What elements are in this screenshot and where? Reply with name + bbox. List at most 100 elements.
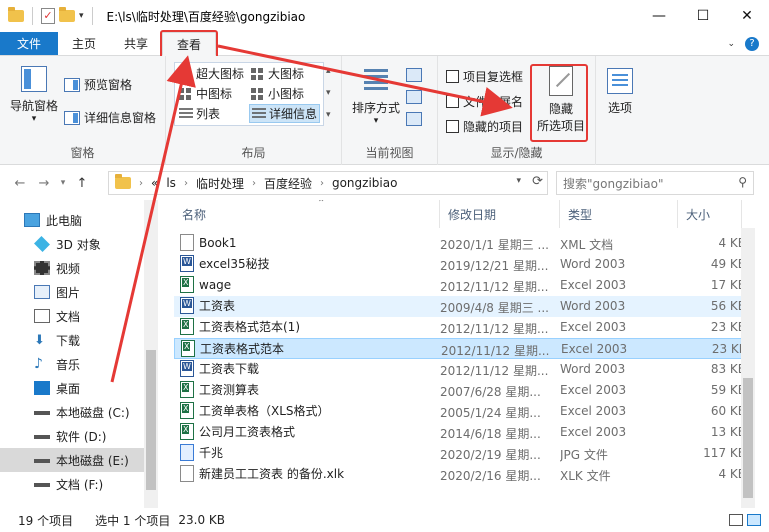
table-row[interactable]: wage 2012/11/12 星期... Excel 2003 17 KB	[174, 275, 749, 296]
recent-locations-icon[interactable]: ▾	[56, 178, 70, 188]
chevron-down-icon: ▾	[373, 116, 379, 126]
tab-file[interactable]: 文件	[0, 32, 59, 55]
layout-scroll-up-icon[interactable]: ▴	[326, 66, 331, 76]
nav-item-pictures[interactable]: 图片	[0, 280, 144, 304]
drive-icon	[34, 429, 50, 443]
preview-pane-icon	[64, 77, 80, 92]
file-icon	[180, 234, 194, 251]
customize-toolbar-dropdown-icon[interactable]: ▾	[79, 11, 84, 21]
checkbox-icon	[446, 95, 459, 108]
excel-file-icon	[180, 276, 194, 293]
tab-share[interactable]: 共享	[110, 32, 162, 55]
tab-home[interactable]: 主页	[58, 32, 110, 55]
column-header-date[interactable]: 修改日期	[440, 200, 560, 228]
layout-scroll-down-icon[interactable]: ▾	[326, 88, 331, 98]
large-icons-view-icon[interactable]	[747, 514, 761, 526]
nav-item-drive-f[interactable]: 文档 (F:)	[0, 472, 144, 496]
table-row[interactable]: 工资单表格（XLS格式） 2005/1/24 星期... Excel 2003 …	[174, 401, 749, 422]
layout-medium-icons[interactable]: 中图标	[179, 85, 232, 102]
properties-icon[interactable]: ✓	[41, 8, 55, 24]
group-label-show-hide: 显示/隐藏	[490, 146, 543, 160]
column-header-size[interactable]: 大小	[678, 200, 742, 228]
details-icon	[252, 107, 266, 120]
file-list: ⌃ 名称 修改日期 类型 大小 Book1 2020/1/1 星期三 ... X…	[158, 200, 755, 508]
file-list-scrollbar-thumb[interactable]	[743, 378, 753, 498]
table-row[interactable]: 公司月工资表格式 2014/6/18 星期... Excel 2003 13 K…	[174, 422, 749, 443]
sort-ascending-icon: ⌃	[317, 200, 326, 209]
small-icons-icon	[251, 87, 265, 100]
refresh-icon[interactable]: ⟳	[532, 174, 543, 189]
file-extensions-toggle[interactable]: 文件扩展名	[446, 93, 523, 110]
close-button[interactable]: ✕	[725, 0, 769, 32]
nav-item-drive-d[interactable]: 软件 (D:)	[0, 424, 144, 448]
table-row[interactable]: 工资表 2009/4/8 星期三 ... Word 2003 56 KB	[174, 296, 749, 317]
nav-scrollbar-thumb[interactable]	[146, 350, 156, 490]
minimize-button[interactable]: —	[637, 0, 681, 32]
breadcrumb-ls[interactable]: ls	[166, 176, 176, 190]
help-icon[interactable]: ?	[745, 36, 759, 51]
size-columns-icon[interactable]	[406, 112, 422, 126]
nav-item-3d-objects[interactable]: 3D 对象	[0, 232, 144, 256]
chevron-down-icon[interactable]: ⌄	[727, 39, 735, 49]
new-folder-icon[interactable]	[59, 7, 75, 22]
table-row[interactable]: excel35秘技 2019/12/21 星期... Word 2003 49 …	[174, 254, 749, 275]
drive-icon	[34, 477, 50, 491]
sort-by-button[interactable]: 排序方式 ▾	[350, 66, 402, 126]
navigation-pane-button[interactable]: 导航窗格 ▾	[8, 66, 60, 124]
annotation-highlight-hide-selected	[530, 64, 588, 142]
nav-item-videos[interactable]: 视频	[0, 256, 144, 280]
address-dropdown-icon[interactable]: ▾	[516, 176, 521, 186]
forward-arrow-icon[interactable]: →	[32, 176, 56, 191]
column-header-type[interactable]: 类型	[560, 200, 678, 228]
address-bar[interactable]: › « ls › 临时处理 › 百度经验 › gongzibiao ▾ ⟳	[108, 171, 548, 195]
layout-small-icons[interactable]: 小图标	[251, 85, 304, 102]
nav-item-this-pc[interactable]: 此电脑	[0, 208, 144, 232]
list-icon	[179, 107, 193, 120]
details-view-icon[interactable]	[729, 514, 743, 526]
layout-list[interactable]: 列表	[179, 105, 220, 122]
nav-item-drive-c[interactable]: 本地磁盘 (C:)	[0, 400, 144, 424]
table-row[interactable]: 千兆 2020/2/19 星期... JPG 文件 117 KB	[174, 443, 749, 464]
hidden-items-toggle[interactable]: 隐藏的项目	[446, 118, 523, 135]
table-row-selected[interactable]: 工资表格式范本 2012/11/12 星期... Excel 2003 23 K…	[174, 338, 749, 359]
table-row[interactable]: 工资表下载 2012/11/12 星期... Word 2003 83 KB	[174, 359, 749, 380]
group-by-icon[interactable]	[406, 68, 422, 82]
breadcrumb-temp[interactable]: 临时处理	[196, 175, 244, 192]
excel-file-icon	[180, 318, 194, 335]
nav-item-music[interactable]: ♪ 音乐	[0, 352, 144, 376]
table-row[interactable]: 工资测算表 2007/6/28 星期... Excel 2003 59 KB	[174, 380, 749, 401]
table-row[interactable]: 工资表格式范本(1) 2012/11/12 星期... Excel 2003 2…	[174, 317, 749, 338]
nav-scrollbar[interactable]	[144, 200, 158, 508]
nav-item-drive-e[interactable]: 本地磁盘 (E:)	[0, 448, 144, 472]
back-arrow-icon[interactable]: ←	[8, 176, 32, 191]
details-pane-button[interactable]: 详细信息窗格	[64, 109, 156, 126]
breadcrumb-baidu[interactable]: 百度经验	[264, 175, 312, 192]
search-input[interactable]: 搜索"gongzibiao" ⚲	[556, 171, 754, 195]
options-button[interactable]: 选项	[602, 68, 638, 116]
layout-expand-icon[interactable]: ▾	[326, 110, 331, 120]
item-checkboxes-toggle[interactable]: 项目复选框	[446, 68, 523, 85]
column-header-name[interactable]: ⌃ 名称	[174, 200, 440, 228]
breadcrumb-overflow[interactable]: «	[151, 176, 158, 190]
table-row[interactable]: Book1 2020/1/1 星期三 ... XML 文档 4 KB	[174, 233, 749, 254]
excel-file-icon	[181, 340, 195, 357]
navigation-pane-icon	[21, 66, 47, 92]
nav-item-desktop[interactable]: 桌面	[0, 376, 144, 400]
table-row[interactable]: 新建员工工资表 的备份.xlk 2020/2/16 星期... XLK 文件 4…	[174, 464, 749, 485]
nav-item-documents[interactable]: 文档	[0, 304, 144, 328]
layout-details[interactable]: 详细信息	[249, 104, 321, 123]
folder-icon	[8, 7, 24, 22]
group-label-layout: 布局	[241, 146, 266, 160]
layout-large-icons[interactable]: 大图标	[251, 65, 304, 82]
medium-icons-icon	[179, 87, 193, 100]
up-arrow-icon[interactable]: ↑	[70, 176, 94, 191]
add-columns-icon[interactable]	[406, 90, 422, 104]
breadcrumb-gongzibiao[interactable]: gongzibiao	[332, 176, 397, 190]
file-list-scrollbar[interactable]	[741, 228, 755, 508]
nav-item-downloads[interactable]: ⬇ 下载	[0, 328, 144, 352]
layout-extra-large-icons[interactable]: 超大图标	[179, 65, 244, 82]
desktop-icon	[34, 381, 50, 395]
download-icon: ⬇	[34, 332, 45, 348]
maximize-button[interactable]: ☐	[681, 0, 725, 32]
preview-pane-button[interactable]: 预览窗格	[64, 76, 132, 93]
